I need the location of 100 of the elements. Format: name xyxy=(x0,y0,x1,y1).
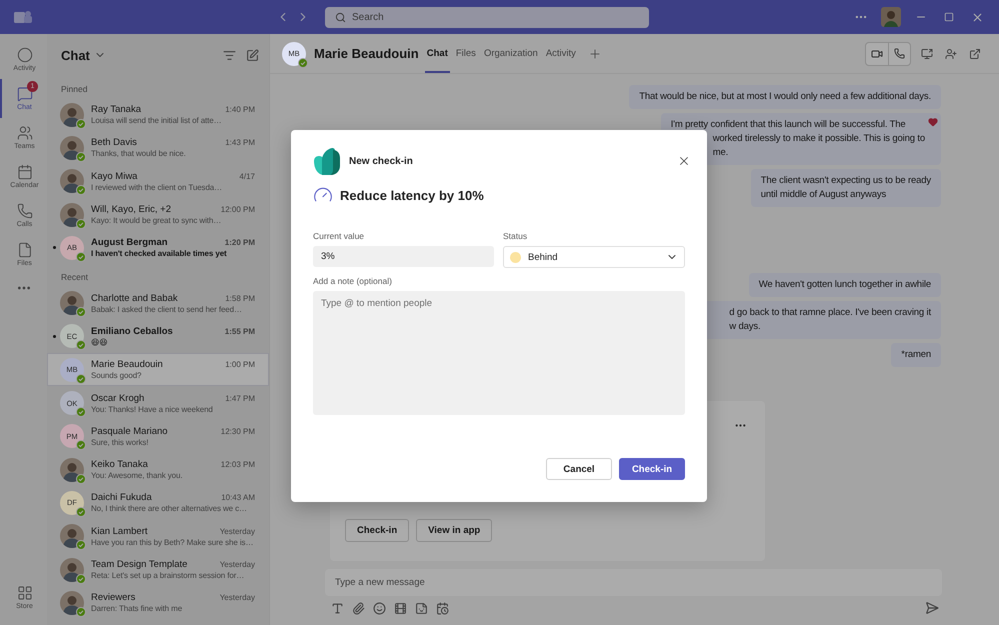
attach-icon[interactable] xyxy=(352,602,365,614)
message-time: 1:58 PM xyxy=(225,294,255,303)
chat-item[interactable]: Team Design Template Yesterday Reta: Let's set up a brainstorm session for… xyxy=(47,552,269,586)
contact-name: August Bergman xyxy=(91,237,168,248)
contact-name: Emiliano Ceballos xyxy=(91,326,173,337)
chat-item[interactable]: Will, Kayo, Eric, +2 12:00 PM Kayo: It would be great to sync with… xyxy=(47,198,269,232)
tab[interactable]: Activity xyxy=(544,34,578,73)
contact-name: Will, Kayo, Eric, +2 xyxy=(91,204,171,216)
contact-name: Ray Tanaka xyxy=(91,104,141,116)
message-time: 1:47 PM xyxy=(225,394,255,403)
message-preview: Babak: I asked the client to send her feed… xyxy=(91,304,243,314)
chat-item[interactable]: Ray Tanaka 1:40 PM Louisa will send the initial list of atte… xyxy=(47,98,269,132)
contact-name: Daichi Fukuda xyxy=(91,492,152,504)
maximize-icon xyxy=(944,12,954,22)
presence-icon xyxy=(76,474,86,484)
contact-name: Oscar Krogh xyxy=(91,392,144,404)
person-avatar xyxy=(60,202,84,227)
note-input[interactable]: Type @ to mention people xyxy=(313,291,685,415)
close-icon xyxy=(970,10,984,24)
close-button[interactable] xyxy=(677,154,691,168)
film-icon[interactable] xyxy=(394,602,407,614)
chat-item[interactable]: Kayo Miwa 4/17 I reviewed with the client on Tuesda… xyxy=(47,164,269,198)
message-input[interactable]: Type a new message xyxy=(325,569,942,596)
contact-name: Keiko Tanaka xyxy=(91,459,148,470)
calendar-icon xyxy=(16,164,32,180)
status-dropdown[interactable]: Behind xyxy=(503,246,685,268)
message-text: me. xyxy=(712,146,728,160)
emoji-icon[interactable] xyxy=(373,602,386,614)
presence-icon xyxy=(76,152,86,162)
schedule-icon[interactable] xyxy=(436,602,449,614)
contact-name: Team Design Template xyxy=(91,559,188,570)
message-preview: Kayo: It would be great to sync with… xyxy=(91,216,222,226)
message-text: until middle of August anyways xyxy=(760,188,886,202)
panel-title: Chat xyxy=(61,48,90,62)
video-camera-icon xyxy=(871,48,883,60)
presence-icon xyxy=(76,340,86,350)
chat-item[interactable]: Charlotte and Babak 1:58 PM Babak: I asked the client to send her feed… xyxy=(47,286,269,320)
chat-icon xyxy=(16,86,32,102)
field-label: Status xyxy=(503,231,528,241)
dialog-title: New check-in xyxy=(349,156,413,166)
message-preview: Sounds good? xyxy=(91,371,142,380)
message-time: 1:55 PM xyxy=(224,326,255,336)
contact-name: Marie Beaudouin xyxy=(314,46,419,61)
card-button[interactable]: Check-in xyxy=(345,519,410,542)
tab[interactable]: Organization xyxy=(482,34,540,73)
message-text: d go back to that ramne place. I've been craving it xyxy=(728,306,931,320)
contact-name: Beth Davis xyxy=(91,137,137,148)
message-preview: Darren: Thats fine with me xyxy=(91,604,184,614)
phone-icon xyxy=(16,203,32,219)
message-time: 1:43 PM xyxy=(225,138,255,148)
presence-icon xyxy=(76,185,86,196)
message-text: The client wasn't expecting us to be ready xyxy=(760,174,931,188)
message-preview: Reta: Let's set up a brainstorm session for… xyxy=(91,571,246,580)
sticker-icon[interactable] xyxy=(415,602,428,614)
message-text: I'm pretty confident that this launch will be successful. The xyxy=(670,118,906,132)
tab[interactable]: Files xyxy=(454,34,478,73)
chat-item[interactable]: Reviewers Yesterday Darren: Thats fine with me xyxy=(47,586,269,620)
section-heading: Recent xyxy=(60,271,89,284)
section-heading: Pinned xyxy=(60,83,88,96)
contact-name: Kayo Miwa xyxy=(91,170,138,182)
chat-item[interactable]: Keiko Tanaka 12:03 PM You: Awesome, thank you. xyxy=(47,452,269,486)
value-input[interactable]: 3% xyxy=(313,246,494,267)
chat-item[interactable]: Beth Davis 1:43 PM Thanks, that would be nice. xyxy=(47,131,269,165)
presence-icon xyxy=(76,574,86,584)
presence-icon xyxy=(76,252,86,262)
grid-icon xyxy=(16,585,32,601)
message-preview: You: Thanks! Have a nice weekend xyxy=(91,404,214,414)
person-avatar xyxy=(60,136,84,160)
message-time: 1:20 PM xyxy=(224,238,255,248)
message-text: We haven't gotten lunch together in awhile xyxy=(758,278,931,292)
message-preview: Louisa will send the initial list of atte… xyxy=(91,116,223,126)
contact-name: Marie Beaudouin xyxy=(91,359,163,370)
message-preview: Thanks, that would be nice. xyxy=(91,149,187,158)
contact-name: Kian Lambert xyxy=(91,526,148,537)
circle-icon xyxy=(16,47,32,63)
presence-icon xyxy=(76,506,86,517)
message-time: 12:03 PM xyxy=(220,460,255,470)
cancel-button[interactable]: Cancel xyxy=(546,458,612,480)
message-time: 10:43 AM xyxy=(221,493,255,502)
compose-icon[interactable] xyxy=(246,48,259,62)
person-avatar xyxy=(60,458,84,482)
person-avatar xyxy=(60,590,84,615)
message-time: Yesterday xyxy=(220,560,255,569)
chat-item[interactable]: Kian Lambert Yesterday Have you ran this by Beth? Make sure she is… xyxy=(47,520,269,553)
presence-icon xyxy=(76,606,86,617)
message-text: *ramen xyxy=(901,348,931,362)
presence-icon xyxy=(76,218,86,229)
card-button[interactable]: View in app xyxy=(416,519,492,542)
format-icon[interactable] xyxy=(331,602,344,614)
filter-icon[interactable] xyxy=(223,48,236,62)
message-text: worked tirelessly to make it possible. This is going to xyxy=(712,132,925,146)
send-icon[interactable] xyxy=(925,601,939,615)
check-in-button[interactable]: Check-in xyxy=(619,458,685,480)
presence-icon xyxy=(76,540,86,550)
presence-icon xyxy=(298,58,308,68)
tab[interactable]: Chat xyxy=(424,34,450,73)
file-icon xyxy=(16,242,32,258)
message-time: 12:30 PM xyxy=(220,426,255,436)
search-field[interactable]: Search xyxy=(325,6,649,28)
close-icon xyxy=(677,154,691,168)
